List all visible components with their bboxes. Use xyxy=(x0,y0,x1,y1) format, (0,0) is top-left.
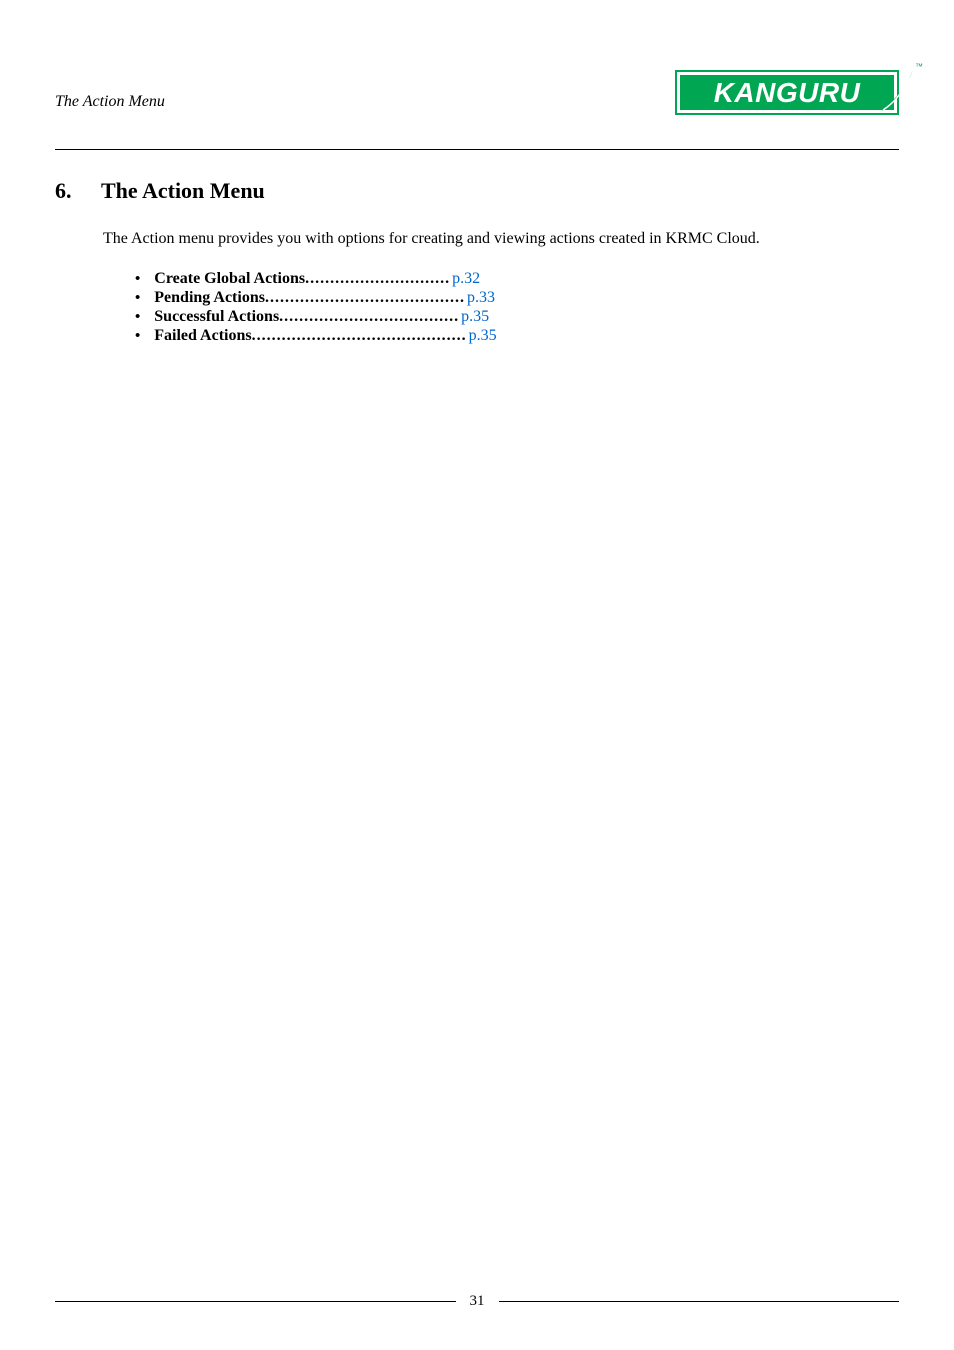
section-number: 6. xyxy=(55,178,77,204)
toc-item: • Successful Actions ...................… xyxy=(135,308,899,326)
toc-page-link[interactable]: p.35 xyxy=(469,327,497,345)
toc-label: Successful Actions xyxy=(154,308,279,326)
logo-frame: KANGURU xyxy=(675,70,899,115)
toc-label: Pending Actions xyxy=(154,289,265,307)
toc-list: • Create Global Actions ................… xyxy=(135,270,899,345)
page: The Action Menu KANGURU ™ 6. The Action … xyxy=(0,0,954,1350)
bullet-icon: • xyxy=(135,271,140,288)
footer-divider-left xyxy=(55,1301,456,1302)
bullet-icon: • xyxy=(135,290,140,307)
trademark-symbol: ™ xyxy=(915,62,923,71)
toc-page-link[interactable]: p.35 xyxy=(461,308,489,326)
brand-logo: KANGURU ™ xyxy=(675,70,899,115)
section-title: The Action Menu xyxy=(101,178,265,204)
toc-leader: ........................................… xyxy=(252,327,467,345)
toc-leader: ............................. xyxy=(305,270,450,288)
page-number: 31 xyxy=(470,1293,485,1310)
footer-divider-right xyxy=(499,1301,900,1302)
toc-leader: .................................... xyxy=(279,308,459,326)
intro-paragraph: The Action menu provides you with option… xyxy=(103,228,899,250)
logo-text: KANGURU xyxy=(680,75,894,110)
bullet-icon: • xyxy=(135,328,140,345)
section-heading: 6. The Action Menu xyxy=(55,178,899,204)
toc-leader: ........................................ xyxy=(265,289,465,307)
logo-swoosh-icon xyxy=(877,66,917,116)
toc-item: • Pending Actions ......................… xyxy=(135,289,899,307)
page-footer: 31 xyxy=(55,1293,899,1310)
toc-label: Failed Actions xyxy=(154,327,251,345)
toc-item: • Create Global Actions ................… xyxy=(135,270,899,288)
toc-page-link[interactable]: p.32 xyxy=(452,270,480,288)
toc-label: Create Global Actions xyxy=(154,270,305,288)
toc-page-link[interactable]: p.33 xyxy=(467,289,495,307)
header-section-title: The Action Menu xyxy=(55,93,165,115)
page-header: The Action Menu KANGURU ™ xyxy=(55,70,899,123)
bullet-icon: • xyxy=(135,309,140,326)
toc-item: • Failed Actions .......................… xyxy=(135,327,899,345)
